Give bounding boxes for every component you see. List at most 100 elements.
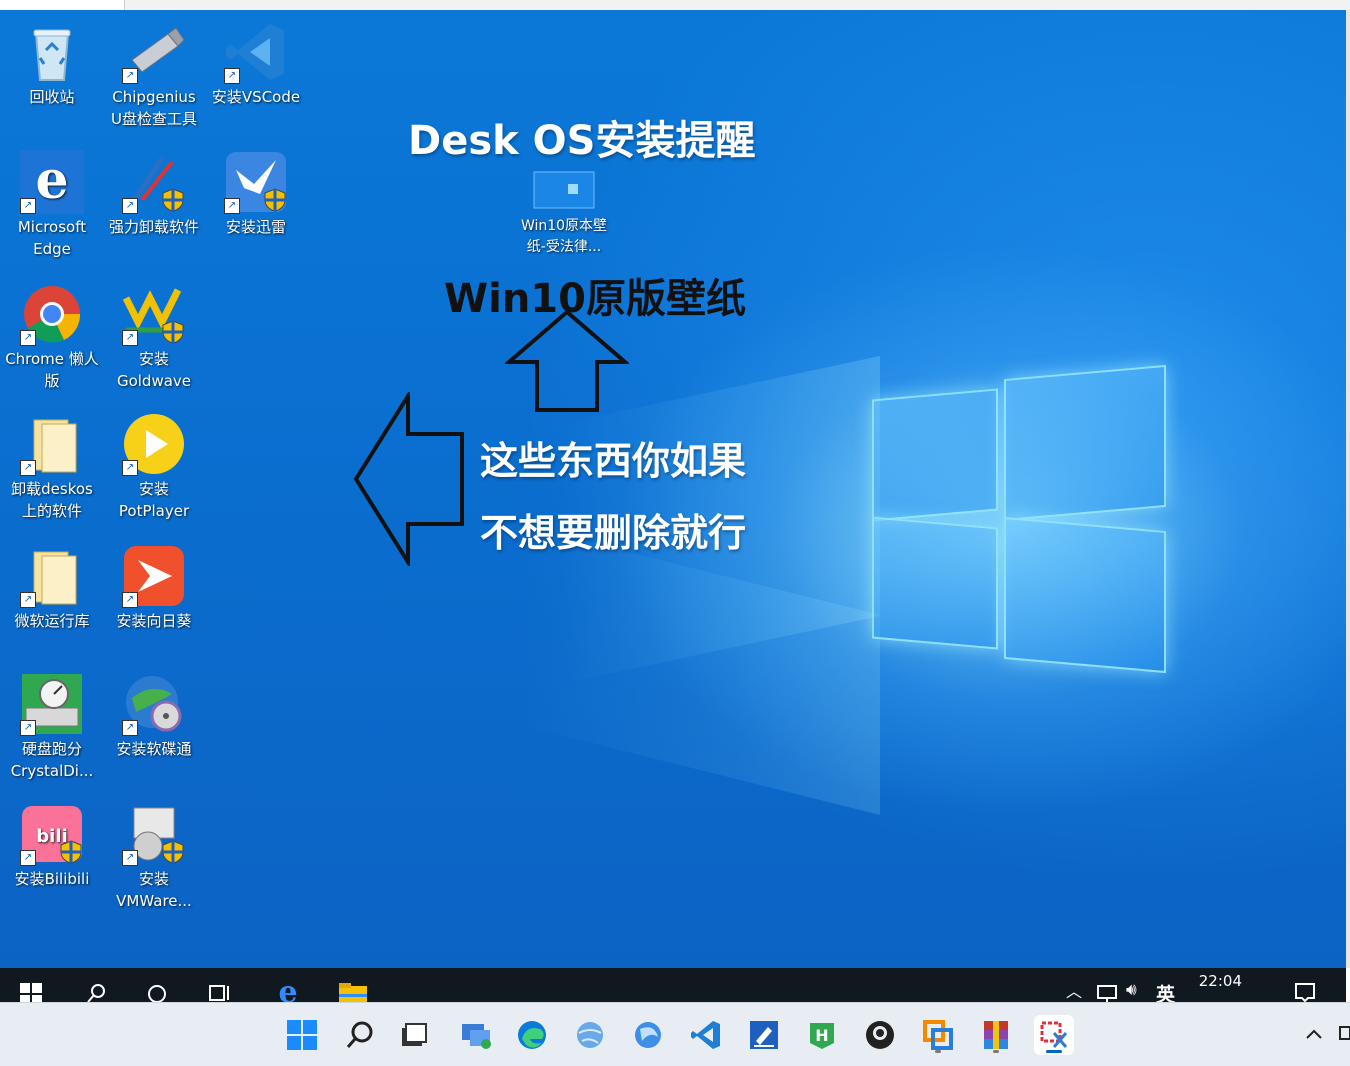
desktop-icon-install-bilibili[interactable]: bili ↗ 安装Bilibili (2, 802, 102, 890)
taskbar-app-browser[interactable] (628, 1015, 668, 1055)
icon-label: Win10原本壁 纸-受法律... (520, 218, 608, 255)
taskbar-app-github[interactable] (860, 1015, 900, 1055)
svg-text:H: H (815, 1026, 828, 1045)
uac-shield-icon (60, 840, 82, 864)
icon-label: 安装 PotPlayer (118, 480, 190, 520)
icon-label: Chipgenius U盘检查工具 (111, 88, 197, 128)
icon-label: 微软运行库 (14, 612, 90, 630)
taskbar-app-edge[interactable] (512, 1015, 552, 1055)
shortcut-arrow-icon: ↗ (20, 330, 36, 346)
icon-label: 安装迅雷 (225, 218, 286, 236)
cortana-icon[interactable] (146, 982, 168, 1004)
taskbar-app-globe[interactable] (570, 1015, 610, 1055)
vscode-icon (691, 1021, 720, 1049)
icon-label: 强力卸载软件 (108, 218, 199, 236)
icon-label: 安装VSCode (211, 88, 301, 106)
github-icon (866, 1021, 894, 1049)
taskbar-app-editor[interactable] (744, 1015, 784, 1055)
running-indicator (935, 1050, 941, 1053)
icon-label: 安装Bilibili (14, 870, 90, 888)
shortcut-arrow-icon: ↗ (122, 850, 138, 866)
shortcut-arrow-icon: ↗ (224, 198, 240, 214)
shortcut-arrow-icon: ↗ (122, 330, 138, 346)
remote-taskbar: e ︿ 🔊︎ 英 22:04 (0, 968, 1346, 1006)
task-view-icon[interactable] (208, 982, 232, 1004)
icon-label: 回收站 (29, 88, 75, 106)
edge-icon (518, 1021, 546, 1049)
shortcut-arrow-icon: ↗ (20, 592, 36, 608)
image-file-icon (533, 171, 595, 209)
globe-icon (577, 1022, 603, 1048)
taskbar-app-vscode[interactable] (686, 1015, 726, 1055)
shortcut-arrow-icon: ↗ (20, 720, 36, 736)
text-editor-icon (750, 1021, 778, 1049)
edge-taskbar-icon[interactable]: e (274, 978, 302, 1004)
tray-overflow-chevron-icon[interactable] (1304, 1027, 1324, 1041)
file-explorer-icon[interactable] (338, 982, 368, 1004)
desktop-icon-chrome-lazy[interactable]: ↗ Chrome 懒人 版 (2, 282, 102, 392)
volume-icon[interactable]: 🔊︎ (1126, 980, 1137, 1000)
icon-label: 安装 Goldwave (116, 350, 192, 390)
uac-shield-icon (162, 840, 184, 864)
network-icon[interactable] (1096, 984, 1118, 1002)
desktop-icon-install-vscode[interactable]: ↗ 安装VSCode (206, 20, 306, 108)
windows-start-icon (287, 1020, 317, 1050)
window-right-edge (1346, 10, 1350, 968)
desktop-icon-install-sunlogin[interactable]: ↗ 安装向日葵 (104, 544, 204, 632)
left-arrow-icon (353, 392, 464, 566)
taskbar-app-vmware[interactable] (918, 1015, 958, 1055)
clock[interactable]: 22:04 (1199, 972, 1242, 990)
host-window-tab[interactable] (0, 0, 125, 10)
uac-shield-icon (264, 188, 286, 212)
recycle-bin-icon (33, 29, 71, 81)
desktop-icon-uninstaller[interactable]: ↗ 强力卸载软件 (104, 150, 204, 238)
desktop-icon-install-vmware[interactable]: ↗ 安装 VMWare... (104, 802, 204, 912)
icon-label: 安装向日葵 (116, 612, 192, 630)
svg-text:e: e (35, 150, 68, 211)
shortcut-arrow-icon: ↗ (122, 720, 138, 736)
taskbar-app-remote-desktop[interactable] (456, 1015, 496, 1055)
desktop-icon-install-goldwave[interactable]: ↗ 安装 Goldwave (104, 282, 204, 392)
win11-start-button[interactable] (282, 1015, 322, 1055)
desktop-icon-uninstall-deskos[interactable]: ↗ 卸载deskos 上的软件 (2, 412, 102, 522)
browser-swirl-icon (635, 1022, 661, 1048)
desktop-icon-install-ultraiso[interactable]: ↗ 安装软碟通 (104, 672, 204, 760)
shortcut-arrow-icon: ↗ (20, 198, 36, 214)
notification-icon[interactable] (1294, 982, 1316, 1002)
search-icon[interactable] (86, 982, 108, 1004)
running-indicator (993, 1050, 999, 1053)
winrar-icon (984, 1021, 1008, 1049)
shortcut-arrow-icon: ↗ (224, 68, 240, 84)
svg-text:e: e (278, 978, 297, 1004)
tray-overflow-chevron-icon[interactable]: ︿ (1066, 978, 1082, 1002)
desktop-icon-win10-wallpaper[interactable]: Win10原本壁 纸-受法律... (514, 170, 614, 258)
desktop-icon-install-xunlei[interactable]: ↗ 安装迅雷 (206, 150, 306, 238)
icon-label: 硬盘跑分 CrystalDi... (10, 740, 94, 780)
win11-search-button[interactable] (340, 1015, 380, 1055)
uac-shield-icon (162, 188, 184, 212)
desktop-icon-recycle-bin[interactable]: 回收站 (2, 20, 102, 108)
shortcut-arrow-icon: ↗ (122, 68, 138, 84)
icon-label: 安装 VMWare... (116, 870, 192, 910)
search-icon (346, 1021, 373, 1048)
network-icon[interactable] (1338, 1025, 1350, 1043)
remote-desktop: 回收站 e ↗ Microsoft Edge ↗ Chrome 懒人 版 ↗ 卸载… (0, 10, 1346, 968)
desktop-icon-install-potplayer[interactable]: ↗ 安装 PotPlayer (104, 412, 204, 522)
taskbar-app-snipping-tool[interactable] (1034, 1015, 1074, 1055)
desktop-icon-ms-runtime[interactable]: ↗ 微软运行库 (2, 544, 102, 632)
install-reminder-title: Desk OS安装提醒 (408, 118, 756, 164)
hbuilder-icon: H (810, 1023, 834, 1049)
taskbar-app-hbuilder[interactable]: H (802, 1015, 842, 1055)
desktop-icon-microsoft-edge[interactable]: e ↗ Microsoft Edge (2, 150, 102, 260)
snipping-tool-icon (1040, 1021, 1068, 1048)
win11-taskview-button[interactable] (394, 1015, 434, 1055)
icon-label: 安装软碟通 (116, 740, 192, 758)
remote-desktop-icon (462, 1024, 491, 1049)
desktop-icon-chipgenius[interactable]: ↗ Chipgenius U盘检查工具 (104, 20, 204, 130)
desktop-icon-crystaldisk[interactable]: ↗ 硬盘跑分 CrystalDi... (2, 672, 102, 782)
task-view-icon (402, 1023, 427, 1046)
taskbar-app-winrar[interactable] (976, 1015, 1016, 1055)
icon-label: Microsoft Edge (17, 218, 87, 258)
active-indicator (1046, 1050, 1062, 1053)
vmware-icon (923, 1020, 953, 1050)
